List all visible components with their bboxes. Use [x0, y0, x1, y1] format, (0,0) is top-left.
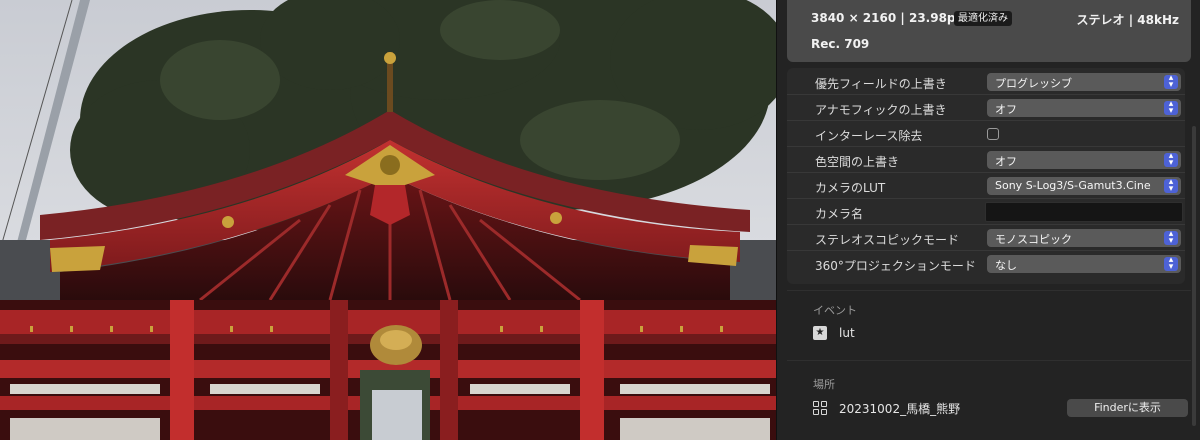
setting-label: アナモフィックの上書き: [815, 103, 947, 117]
setting-label: 360°プロジェクションモード: [815, 259, 976, 273]
color-space-popup[interactable]: オフ ▴ ▾: [987, 151, 1181, 169]
popup-value: Sony S-Log3/S-Gamut3.Cine: [995, 179, 1151, 192]
star-icon: ★: [813, 326, 827, 340]
projection-mode-popup[interactable]: なし ▴ ▾: [987, 255, 1181, 273]
chevron-updown-icon: ▴ ▾: [1164, 152, 1178, 168]
inspector-panel: 3840 × 2160 | 23.98p 最適化済み ステレオ | 48kHz …: [776, 0, 1200, 440]
setting-label: ステレオスコピックモード: [815, 233, 960, 247]
popup-value: オフ: [995, 155, 1017, 168]
settings-row: 優先フィールドの上書き プログレッシブ ▴ ▾: [787, 69, 1185, 95]
settings-row: カメラのLUT Sony S-Log3/S-Gamut3.Cine ▴ ▾: [787, 173, 1185, 199]
setting-label: 優先フィールドの上書き: [815, 77, 947, 91]
deinterlace-checkbox[interactable]: [987, 128, 999, 140]
setting-label: カメラのLUT: [815, 181, 886, 195]
event-name: lut: [839, 326, 855, 340]
popup-value: なし: [995, 259, 1017, 272]
stereoscopic-popup[interactable]: モノスコピック ▴ ▾: [987, 229, 1181, 247]
popup-value: モノスコピック: [995, 233, 1072, 246]
chevron-updown-icon: ▴ ▾: [1164, 100, 1178, 116]
popup-value: プログレッシブ: [995, 77, 1072, 90]
clip-info-header: 3840 × 2160 | 23.98p 最適化済み ステレオ | 48kHz …: [787, 0, 1191, 62]
setting-label: 色空間の上書き: [815, 155, 900, 169]
frame-rate-text: 23.98p: [908, 11, 956, 25]
settings-row: アナモフィックの上書き オフ ▴ ▾: [787, 95, 1185, 121]
chevron-updown-icon: ▴ ▾: [1164, 74, 1178, 90]
chevron-updown-icon: ▴ ▾: [1164, 256, 1178, 272]
settings-row: 360°プロジェクションモード なし ▴ ▾: [787, 251, 1185, 277]
scrollbar[interactable]: [1192, 126, 1196, 426]
resolution-text: 3840 × 2160: [811, 11, 897, 25]
location-name: 20231002_馬橋_熊野: [839, 402, 961, 416]
settings-panel: 優先フィールドの上書き プログレッシブ ▴ ▾ アナモフィックの上書き オフ ▴ ▾…: [787, 68, 1185, 284]
setting-label: カメラ名: [815, 207, 864, 221]
chevron-updown-icon: ▴ ▾: [1164, 178, 1178, 194]
settings-row: ステレオスコピックモード モノスコピック ▴ ▾: [787, 225, 1185, 251]
shrine-image: [0, 0, 776, 440]
location-section-title: 場所: [813, 378, 835, 391]
color-space-text: Rec. 709: [811, 37, 870, 51]
events-section-title: イベント: [813, 304, 857, 317]
show-in-finder-button[interactable]: Finderに表示: [1067, 399, 1188, 417]
grid-icon: [813, 401, 827, 415]
setting-label: インターレース除去: [815, 129, 923, 143]
resolution-framerate: 3840 × 2160 | 23.98p: [811, 11, 956, 25]
popup-value: オフ: [995, 103, 1017, 116]
divider: [787, 290, 1191, 291]
settings-row: インターレース除去: [787, 121, 1185, 147]
settings-row: 色空間の上書き オフ ▴ ▾: [787, 147, 1185, 173]
camera-name-field[interactable]: [985, 202, 1183, 222]
anamorphic-popup[interactable]: オフ ▴ ▾: [987, 99, 1181, 117]
video-viewer[interactable]: [0, 0, 776, 440]
field-dominance-popup[interactable]: プログレッシブ ▴ ▾: [987, 73, 1181, 91]
audio-format-text: ステレオ | 48kHz: [1076, 13, 1179, 27]
status-badge: 最適化済み: [954, 11, 1012, 26]
settings-row: カメラ名: [787, 199, 1185, 225]
camera-lut-popup[interactable]: Sony S-Log3/S-Gamut3.Cine ▴ ▾: [987, 177, 1181, 195]
chevron-updown-icon: ▴ ▾: [1164, 230, 1178, 246]
divider: [787, 360, 1191, 361]
